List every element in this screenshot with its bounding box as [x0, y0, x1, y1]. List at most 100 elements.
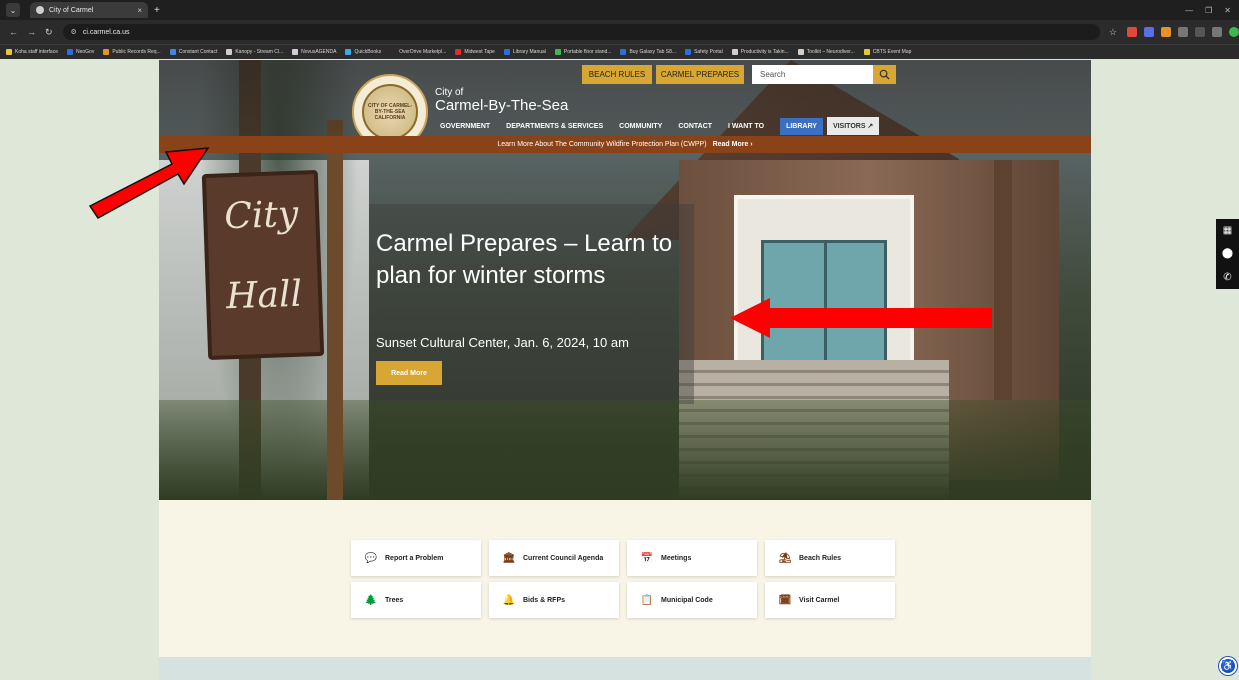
hero-read-more-button[interactable]: Read More: [376, 361, 442, 385]
bookmark-item[interactable]: NeoGov: [67, 49, 94, 55]
site-info-icon[interactable]: ⚙: [71, 28, 77, 36]
building-icon: 🏛: [502, 552, 516, 564]
brand-name[interactable]: Carmel-By-The-Sea: [435, 97, 568, 114]
bookmark-item[interactable]: Productivity is Takin...: [731, 49, 789, 55]
bookmark-item[interactable]: OverDrive Marketpl...: [390, 49, 446, 55]
extension-icon[interactable]: [1127, 27, 1137, 37]
calendar-icon[interactable]: ▦: [1223, 225, 1232, 236]
quick-link-label: Bids & RFPs: [523, 596, 566, 604]
seal-emblem: CITY OF CARMEL-BY-THE-SEA CALIFORNIA: [362, 84, 418, 140]
bookmark-item[interactable]: Portable floor stand...: [554, 49, 611, 55]
bookmark-favicon-icon: [863, 49, 870, 55]
browser-tab-bar: ⌄ City of Carmel × + — ❐ ✕: [0, 0, 1239, 20]
quick-link-label: Municipal Code: [661, 596, 713, 604]
hero-photo-plants: [159, 400, 1091, 500]
bookmark-favicon-icon: [169, 49, 176, 55]
city-hall-sign: City Hall: [201, 170, 325, 360]
bookmark-favicon-icon: [797, 49, 804, 55]
minimize-icon[interactable]: —: [1185, 6, 1193, 15]
accessibility-icon[interactable]: ♿: [1219, 657, 1237, 675]
bookmark-item[interactable]: Koha staff interface: [6, 49, 58, 55]
phone-icon[interactable]: ✆: [1223, 272, 1231, 283]
extensions-puzzle-icon[interactable]: [1178, 27, 1188, 37]
quick-link-tile[interactable]: 💬 Report a Problem: [351, 540, 481, 576]
new-tab-button[interactable]: +: [154, 5, 160, 16]
quick-link-tile[interactable]: 📋 Municipal Code: [627, 582, 757, 618]
beach-rules-button[interactable]: BEACH RULES: [582, 65, 652, 84]
search-button[interactable]: [873, 65, 896, 84]
bookmark-item[interactable]: CBTS Event Map: [863, 49, 911, 55]
bookmark-favicon-icon: [503, 49, 510, 55]
restore-icon[interactable]: ❐: [1205, 6, 1212, 15]
alert-read-more-link[interactable]: Read More ›: [713, 141, 753, 148]
location-pin-icon[interactable]: ⬤: [1222, 248, 1233, 259]
quick-link-label: Current Council Agenda: [523, 554, 604, 562]
bookmark-star-icon[interactable]: ☆: [1109, 27, 1117, 38]
tree-icon: 🌲: [364, 594, 378, 606]
bookmark-item[interactable]: Public Records Req...: [103, 49, 161, 55]
quick-link-tile[interactable]: 🗓 Visit Carmel: [765, 582, 895, 618]
bookmark-favicon-icon: [292, 49, 299, 55]
search-input[interactable]: Search: [752, 65, 873, 84]
close-window-icon[interactable]: ✕: [1224, 6, 1231, 15]
red-arrow-annotation-right: [730, 298, 992, 338]
bookmark-item[interactable]: NovusAGENDA: [292, 49, 336, 55]
quick-link-label: Beach Rules: [799, 554, 842, 562]
alert-banner[interactable]: Learn More About The Community Wildfire …: [159, 136, 1091, 153]
forward-icon[interactable]: →: [27, 27, 36, 37]
hero-section: City Hall Carmel Prepares – Learn to pla…: [159, 60, 1091, 500]
bookmark-favicon-icon: [731, 49, 738, 55]
reload-icon[interactable]: ↻: [45, 27, 53, 38]
floating-side-toolbar: ▦ ⬤ ✆: [1216, 219, 1239, 289]
download-icon[interactable]: [1195, 27, 1205, 37]
bookmark-item[interactable]: QuickBooks: [345, 49, 381, 55]
bookmark-item[interactable]: Toolkit – Neurodiver...: [797, 49, 855, 55]
carmel-prepares-button[interactable]: CARMEL PREPARES: [656, 65, 744, 84]
tab-close-icon[interactable]: ×: [137, 6, 142, 15]
quick-link-label: Meetings: [661, 554, 692, 562]
nav-library[interactable]: LIBRARY: [780, 117, 823, 135]
hero-title: Carmel Prepares – Learn to plan for wint…: [376, 230, 673, 289]
search-icon: [879, 69, 890, 80]
nav-contact[interactable]: CONTACT: [678, 123, 712, 130]
extension-icon[interactable]: [1161, 27, 1171, 37]
nav-government[interactable]: GOVERNMENT: [440, 123, 490, 130]
quick-link-tile[interactable]: 🏛 Current Council Agenda: [489, 540, 619, 576]
browser-tab[interactable]: City of Carmel ×: [30, 2, 148, 18]
bookmark-favicon-icon: [6, 49, 12, 55]
sidepanel-icon[interactable]: [1212, 27, 1222, 37]
tab-search-icon[interactable]: ⌄: [6, 3, 20, 17]
bookmark-item[interactable]: Buy Galaxy Tab S8...: [620, 49, 676, 55]
bookmark-favicon-icon: [226, 49, 233, 55]
extensions-row: [1127, 27, 1239, 37]
tab-title: City of Carmel: [49, 6, 94, 14]
bell-icon: 🔔: [502, 594, 516, 606]
next-section-band: [159, 657, 1091, 680]
calendar-grid-icon: 🗓: [778, 594, 792, 606]
bookmark-item[interactable]: Midwest Tape: [455, 49, 495, 55]
hero-subtitle: Sunset Cultural Center, Jan. 6, 2024, 10…: [376, 335, 629, 350]
bookmark-item[interactable]: Safety Portal: [685, 49, 723, 55]
bookmark-item[interactable]: Library Manual: [503, 49, 546, 55]
bookmark-item[interactable]: Kanopy - Stream Cl...: [226, 49, 283, 55]
bookmark-favicon-icon: [620, 49, 627, 55]
nav-i-want-to[interactable]: I WANT TO: [728, 123, 764, 130]
url-text: ci.carmel.ca.us: [82, 28, 130, 36]
quick-link-label: Trees: [385, 596, 404, 604]
profile-avatar[interactable]: [1229, 27, 1239, 37]
nav-departments-services[interactable]: DEPARTMENTS & SERVICES: [506, 123, 603, 130]
quick-link-tile[interactable]: 🌲 Trees: [351, 582, 481, 618]
nav-community[interactable]: COMMUNITY: [619, 123, 662, 130]
quick-link-tile[interactable]: 🔔 Bids & RFPs: [489, 582, 619, 618]
quick-link-tile[interactable]: ⛱ Beach Rules: [765, 540, 895, 576]
extension-icon[interactable]: [1144, 27, 1154, 37]
window-controls: — ❐ ✕: [1185, 6, 1231, 15]
bookmark-item[interactable]: Constant Contact: [169, 49, 217, 55]
main-navigation: GOVERNMENT DEPARTMENTS & SERVICES COMMUN…: [440, 117, 880, 135]
nav-visitors[interactable]: VISITORS ↗: [826, 117, 880, 135]
site-favicon-icon: [36, 6, 44, 14]
alert-text: Learn More About The Community Wildfire …: [497, 141, 707, 148]
quick-link-tile[interactable]: 📅 Meetings: [627, 540, 757, 576]
url-field[interactable]: ⚙ ci.carmel.ca.us: [62, 24, 1100, 40]
back-icon[interactable]: ←: [9, 27, 18, 37]
